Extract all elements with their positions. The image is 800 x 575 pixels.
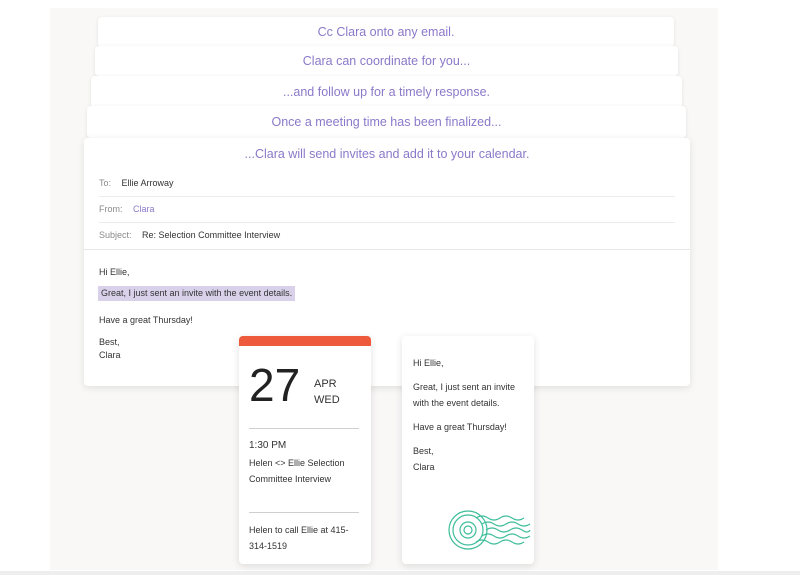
email-best: Best, — [99, 337, 120, 347]
subject-row: Subject: Re: Selection Committee Intervi… — [99, 222, 675, 248]
step-card-finalized: Once a meeting time has been finalized..… — [87, 106, 686, 138]
email-thursday-line: Have a great Thursday! — [99, 315, 193, 325]
from-row: From: Clara — [99, 196, 675, 223]
to-row: To: Ellie Arroway — [99, 170, 675, 197]
header-divider — [84, 249, 690, 250]
letter-signature: Clara — [413, 462, 435, 472]
letter-greeting: Hi Ellie, — [413, 358, 444, 368]
letter-best: Best, — [413, 446, 434, 456]
calendar-time: 1:30 PM — [249, 440, 287, 451]
email-greeting: Hi Ellie, — [99, 267, 130, 277]
calendar-weekday: WED — [314, 394, 340, 406]
calendar-divider — [249, 512, 359, 513]
letter-thursday-line: Have a great Thursday! — [413, 422, 507, 432]
calendar-event-note: Helen to call Ellie at 415-314-1519 — [249, 525, 349, 551]
step-card-follow-up: ...and follow up for a timely response. — [91, 76, 682, 108]
letter-body: Great, I just sent an invite with the ev… — [413, 382, 516, 408]
postmark-stamp-icon — [448, 510, 531, 550]
calendar-divider — [249, 428, 359, 429]
email-card-caption: ...Clara will send invites and add it to… — [244, 147, 530, 161]
step-caption: Clara can coordinate for you... — [302, 54, 471, 68]
step-caption: Cc Clara onto any email. — [317, 25, 455, 39]
step-card-coordinate: Clara can coordinate for you... — [95, 46, 678, 76]
step-card-cc: Cc Clara onto any email. — [98, 17, 674, 47]
calendar-event-title: Helen <> Ellie Selection Committee Inter… — [249, 458, 345, 484]
subject-value: Re: Selection Committee Interview — [142, 230, 281, 240]
to-label: To: — [99, 178, 112, 188]
step-caption: Once a meeting time has been finalized..… — [271, 115, 502, 129]
to-value: Ellie Arroway — [121, 178, 174, 188]
calendar-accent-bar — [239, 336, 371, 346]
calendar-month: APR — [314, 378, 337, 390]
calendar-invite-card: 27 APR WED 1:30 PM Helen <> Ellie Select… — [239, 336, 371, 564]
from-value: Clara — [133, 204, 155, 214]
email-highlighted-line: Great, I just sent an invite with the ev… — [98, 286, 296, 301]
email-signature: Clara — [99, 350, 121, 360]
bottom-divider — [0, 571, 800, 575]
subject-label: Subject: — [99, 230, 132, 240]
from-label: From: — [99, 204, 123, 214]
email-card: ...Clara will send invites and add it to… — [84, 138, 690, 386]
step-caption: ...and follow up for a timely response. — [282, 85, 491, 99]
calendar-day: 27 — [249, 359, 301, 411]
letter-card: Hi Ellie, Great, I just sent an invite w… — [402, 336, 534, 564]
